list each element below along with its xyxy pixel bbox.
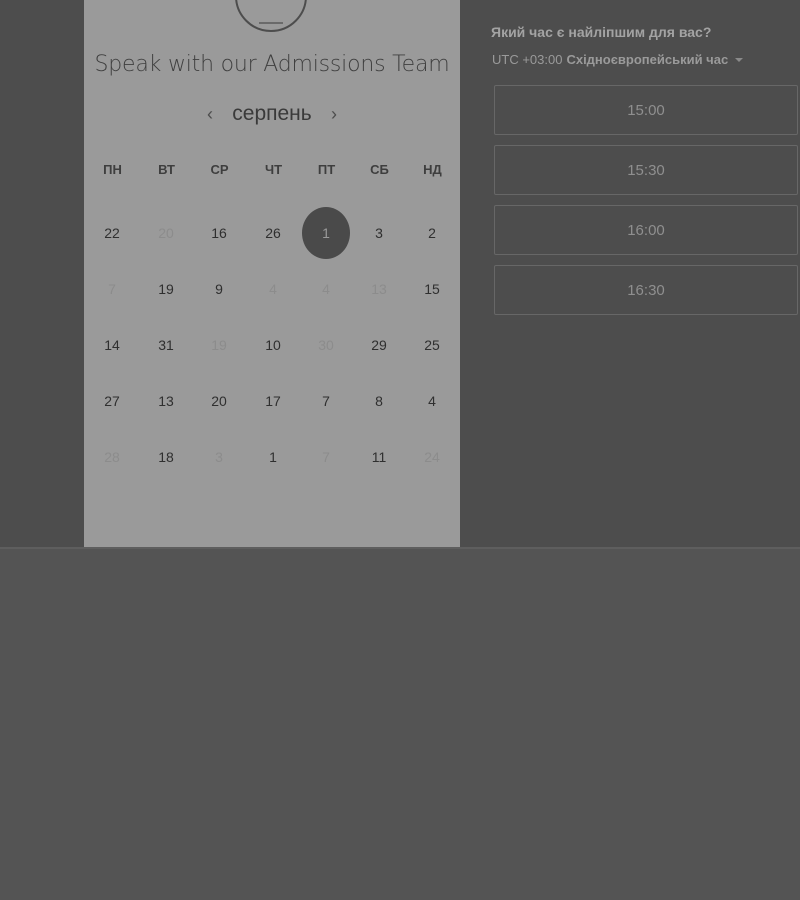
calendar-day[interactable]: 20 <box>195 377 243 425</box>
calendar-day: 24 <box>424 449 440 465</box>
timezone-offset: UTC +03:00 <box>492 52 563 67</box>
calendar-day[interactable]: 26 <box>249 209 297 257</box>
page-divider <box>0 547 800 549</box>
calendar-grid: 22 20 16 26 1 3 2 7 19 9 4 4 13 15 14 31 19 10 30 29 25 27 13 2… <box>84 0 460 547</box>
calendar-day[interactable]: 1 <box>249 433 297 481</box>
calendar-day[interactable]: 17 <box>249 377 297 425</box>
calendar-day: 28 <box>104 449 120 465</box>
time-slot-button[interactable]: 16:30 <box>494 265 798 315</box>
calendar-day[interactable]: 14 <box>88 321 136 369</box>
calendar-day: 3 <box>215 449 223 465</box>
calendar-day[interactable]: 9 <box>195 265 243 313</box>
calendar-day[interactable]: 15 <box>408 265 456 313</box>
calendar-day: 30 <box>318 337 334 353</box>
time-slot-button[interactable]: 15:30 <box>494 145 798 195</box>
times-heading: Який час є найліпшим для вас? <box>491 24 712 40</box>
calendar-day[interactable]: 29 <box>355 321 403 369</box>
calendar-day[interactable]: 31 <box>142 321 190 369</box>
timezone-selector[interactable]: UTC +03:00 Східноєвропейський час <box>492 52 744 67</box>
time-slot-button[interactable]: 16:00 <box>494 205 798 255</box>
calendar-day[interactable]: 11 <box>355 433 403 481</box>
calendar-day: 20 <box>158 225 174 241</box>
calendar-day[interactable]: 3 <box>355 209 403 257</box>
calendar-day[interactable]: 4 <box>408 377 456 425</box>
calendar-day[interactable]: 2 <box>408 209 456 257</box>
calendar-day: 19 <box>211 337 227 353</box>
calendar-day[interactable]: 8 <box>355 377 403 425</box>
calendar-panel: Speak with our Admissions Team ‹ серпень… <box>84 0 460 547</box>
calendar-day: 13 <box>371 281 387 297</box>
calendar-day[interactable]: 10 <box>249 321 297 369</box>
caret-down-icon <box>735 57 744 62</box>
calendar-day[interactable]: 13 <box>142 377 190 425</box>
calendar-day[interactable]: 19 <box>142 265 190 313</box>
calendar-day[interactable]: 16 <box>195 209 243 257</box>
calendar-day: 4 <box>269 281 277 297</box>
calendar-day[interactable]: 18 <box>142 433 190 481</box>
calendar-day[interactable]: 25 <box>408 321 456 369</box>
calendar-day[interactable]: 7 <box>302 377 350 425</box>
calendar-day-selected[interactable]: 1 <box>302 207 350 259</box>
calendar-day: 7 <box>108 281 116 297</box>
calendar-day: 7 <box>322 449 330 465</box>
calendar-day[interactable]: 27 <box>88 377 136 425</box>
calendar-day[interactable]: 22 <box>88 209 136 257</box>
time-slot-button[interactable]: 15:00 <box>494 85 798 135</box>
calendar-day: 4 <box>322 281 330 297</box>
timezone-name: Східноєвропейський час <box>566 52 729 67</box>
